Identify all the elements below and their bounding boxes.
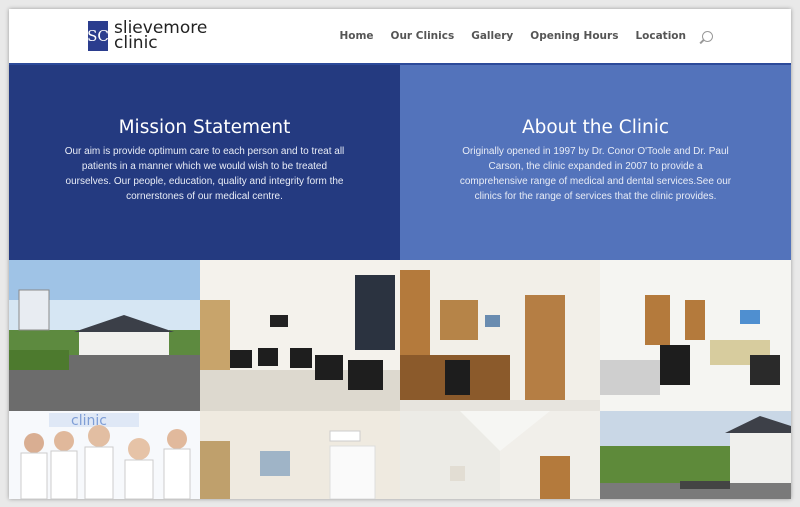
gallery-photo-corridor[interactable] — [200, 411, 400, 499]
about-section: About the Clinic Originally opened in 19… — [400, 65, 791, 260]
logo-line-2: clinic — [114, 33, 158, 53]
site-logo[interactable]: SC slievemore clinic — [87, 20, 207, 53]
gallery-photo-clinic-staff[interactable]: clinic — [9, 411, 200, 499]
browser-frame: SC slievemore clinic Home Our Clinics Ga… — [9, 9, 791, 499]
gallery-photo-waiting-room[interactable] — [200, 260, 400, 411]
nav-opening-hours[interactable]: Opening Hours — [530, 30, 618, 42]
site-header: SC slievemore clinic Home Our Clinics Ga… — [9, 9, 791, 65]
gallery-photo-consult-room[interactable] — [400, 260, 600, 411]
main-nav: Home Our Clinics Gallery Opening Hours L… — [322, 9, 713, 63]
about-body: Originally opened in 1997 by Dr. Conor O… — [459, 146, 732, 202]
gallery-photo-treatment-room[interactable] — [600, 260, 791, 411]
nav-location[interactable]: Location — [635, 30, 686, 42]
nav-our-clinics[interactable]: Our Clinics — [391, 30, 455, 42]
gallery-photo-clinic-exterior[interactable] — [9, 260, 200, 411]
gallery-photo-attic-room[interactable] — [400, 411, 600, 499]
gallery-photo-street-view[interactable] — [600, 411, 791, 499]
nav-home[interactable]: Home — [339, 30, 373, 42]
mission-title: Mission Statement — [118, 117, 291, 138]
mission-section: Mission Statement Our aim is provide opt… — [9, 65, 400, 260]
logo-text: slievemore clinic — [114, 20, 207, 53]
search-icon[interactable] — [702, 30, 713, 42]
mission-body: Our aim is provide optimum care to each … — [64, 146, 345, 202]
about-title: About the Clinic — [521, 117, 670, 138]
nav-gallery[interactable]: Gallery — [471, 30, 513, 42]
logo-mark-icon: SC — [87, 21, 109, 51]
